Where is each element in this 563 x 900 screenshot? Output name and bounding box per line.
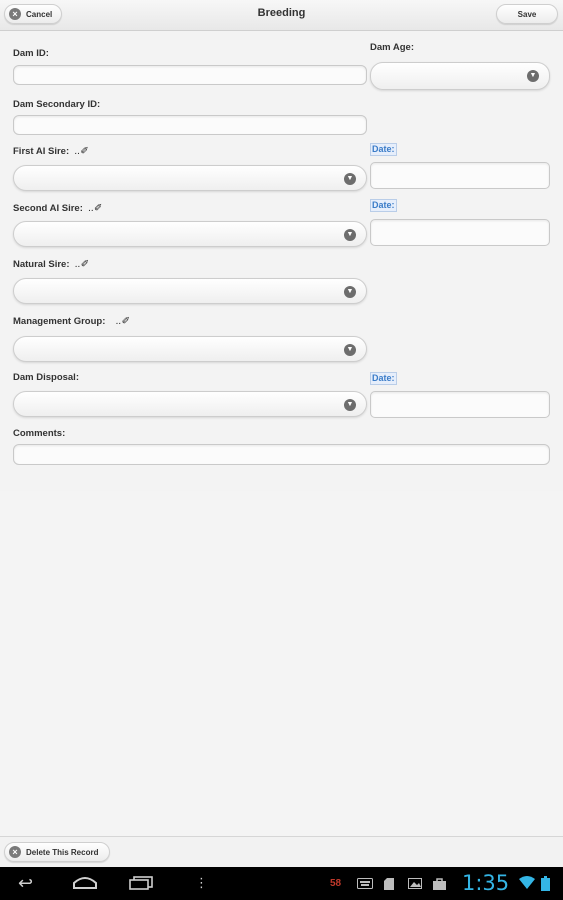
first-ai-date-input[interactable] bbox=[370, 162, 550, 189]
keyboard-icon bbox=[357, 878, 373, 892]
close-icon: × bbox=[9, 846, 21, 858]
wifi-icon bbox=[519, 876, 535, 892]
recent-apps-icon[interactable] bbox=[129, 876, 153, 893]
dam-id-input[interactable] bbox=[13, 65, 367, 85]
shopping-bag-icon bbox=[433, 878, 446, 893]
second-ai-date-label: Date: bbox=[370, 199, 397, 212]
menu-icon[interactable]: ⋮ bbox=[195, 875, 208, 891]
chevron-down-icon: ▼ bbox=[344, 229, 356, 241]
dam-disposal-label: Dam Disposal: bbox=[13, 372, 79, 383]
chevron-down-icon: ▼ bbox=[344, 344, 356, 356]
first-ai-sire-label: First AI Sire: ..✐ bbox=[13, 146, 89, 157]
system-navigation-bar: ↩ ⋮ 58 1:35 bbox=[0, 867, 563, 900]
first-ai-sire-select[interactable]: ▼ bbox=[13, 165, 367, 191]
dam-age-label: Dam Age: bbox=[370, 42, 414, 53]
back-icon[interactable]: ↩ bbox=[18, 873, 33, 894]
delete-record-button[interactable]: × Delete This Record bbox=[4, 842, 110, 862]
second-ai-sire-label: Second AI Sire: ..✐ bbox=[13, 203, 102, 214]
title-bar: × Cancel Breeding Save bbox=[0, 0, 563, 31]
management-group-text: Management Group: bbox=[13, 316, 106, 327]
home-icon[interactable] bbox=[72, 875, 98, 892]
chevron-down-icon: ▼ bbox=[344, 173, 356, 185]
disposal-date-label: Date: bbox=[370, 372, 397, 385]
management-group-select[interactable]: ▼ bbox=[13, 336, 367, 362]
sd-card-icon bbox=[384, 878, 394, 893]
chevron-down-icon: ▼ bbox=[527, 70, 539, 82]
first-ai-sire-text: First AI Sire: bbox=[13, 146, 70, 157]
notification-count: 58 bbox=[330, 878, 342, 889]
edit-pen-icon[interactable]: ..✐ bbox=[89, 203, 103, 214]
edit-pen-icon[interactable]: ..✐ bbox=[116, 316, 130, 327]
dam-age-select[interactable]: ▼ bbox=[370, 62, 550, 90]
second-ai-sire-select[interactable]: ▼ bbox=[13, 221, 367, 247]
disposal-date-input[interactable] bbox=[370, 391, 550, 418]
save-button[interactable]: Save bbox=[496, 4, 558, 24]
second-ai-date-input[interactable] bbox=[370, 219, 550, 246]
page-title: Breeding bbox=[257, 7, 306, 19]
management-group-label: Management Group: ..✐ bbox=[13, 316, 130, 327]
comments-input[interactable] bbox=[13, 444, 550, 465]
dam-disposal-select[interactable]: ▼ bbox=[13, 391, 367, 417]
second-ai-sire-text: Second AI Sire: bbox=[13, 203, 83, 214]
edit-pen-icon[interactable]: ..✐ bbox=[75, 146, 89, 157]
comments-label: Comments: bbox=[13, 428, 66, 439]
clock: 1:35 bbox=[462, 871, 510, 895]
battery-icon bbox=[541, 876, 550, 894]
chevron-down-icon: ▼ bbox=[344, 399, 356, 411]
dam-secondary-id-input[interactable] bbox=[13, 115, 367, 135]
image-icon bbox=[408, 878, 422, 892]
footer-bar: × Delete This Record bbox=[0, 836, 563, 868]
delete-label: Delete This Record bbox=[26, 847, 99, 857]
edit-pen-icon[interactable]: ..✐ bbox=[75, 259, 89, 270]
natural-sire-select[interactable]: ▼ bbox=[13, 278, 367, 304]
first-ai-date-label: Date: bbox=[370, 143, 397, 156]
natural-sire-label: Natural Sire: ..✐ bbox=[13, 259, 89, 270]
dam-secondary-id-label: Dam Secondary ID: bbox=[13, 99, 101, 110]
natural-sire-text: Natural Sire: bbox=[13, 259, 70, 270]
dam-id-label: Dam ID: bbox=[13, 48, 49, 59]
chevron-down-icon: ▼ bbox=[344, 286, 356, 298]
